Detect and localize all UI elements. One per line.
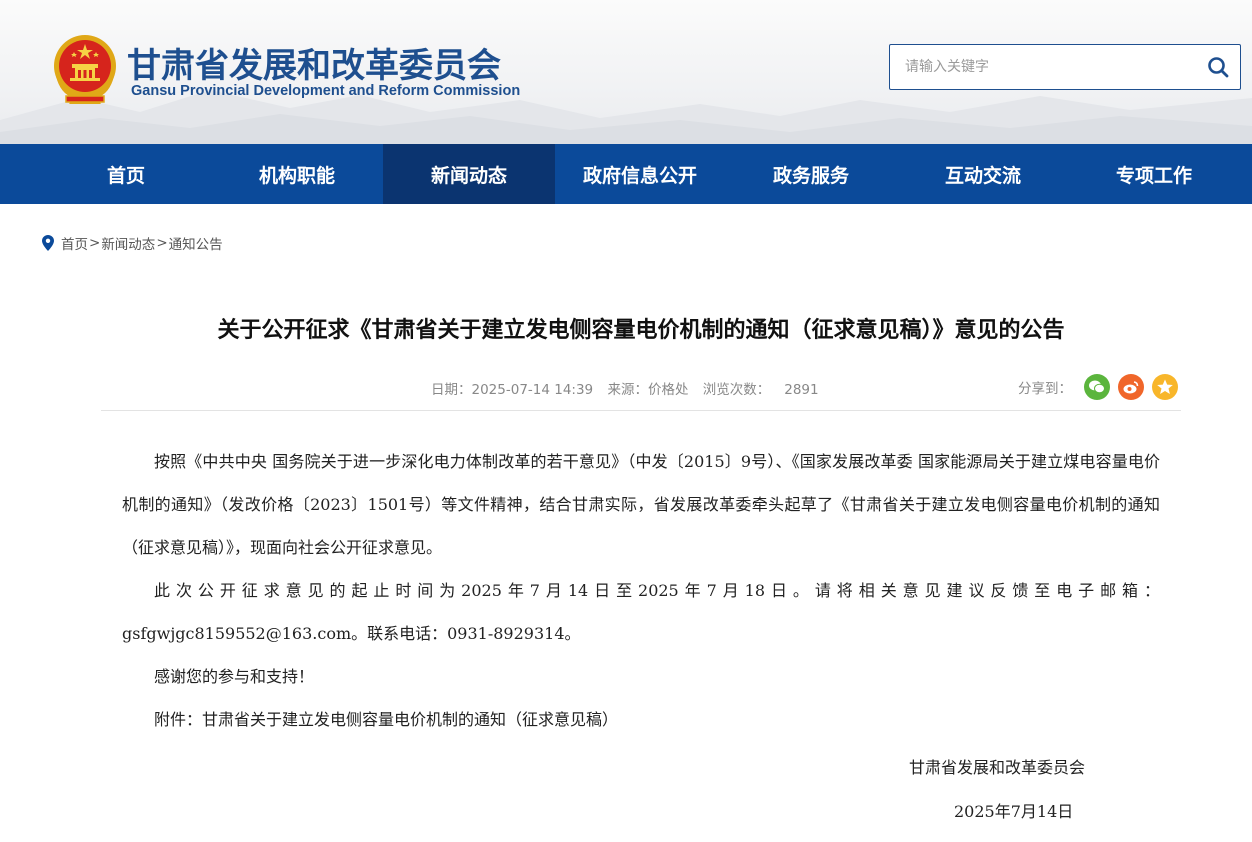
breadcrumb-separator: > bbox=[156, 235, 168, 251]
paragraph: 此次公开征求意见的起止时间为2025年7月14日至2025年7月18日。请将相关… bbox=[154, 581, 1160, 600]
article-title: 关于公开征求《甘肃省关于建立发电侧容量电价机制的通知（征求意见稿）》意见的公告 bbox=[217, 318, 1065, 343]
share-label: 分享到： bbox=[1018, 381, 1072, 397]
nav-item-home[interactable]: 首页 bbox=[40, 144, 212, 204]
search-icon bbox=[1208, 57, 1229, 78]
breadcrumb: 首页 > 新闻动态 > 通知公告 bbox=[42, 233, 223, 253]
location-pin-icon bbox=[42, 235, 54, 251]
site-title: 甘肃省发展和改革委员会 bbox=[127, 46, 501, 86]
main-nav: 首页 机构职能 新闻动态 政府信息公开 政务服务 互动交流 专项工作 bbox=[0, 144, 1252, 204]
article-body: 按照《中共中央 国务院关于进一步深化电力体制改革的若干意见》（中发〔2015〕9… bbox=[122, 440, 1160, 741]
site-subtitle: Gansu Provincial Development and Reform … bbox=[131, 83, 521, 99]
search-input[interactable] bbox=[890, 45, 1190, 89]
nav-item-special[interactable]: 专项工作 bbox=[1068, 144, 1240, 204]
nav-item-interaction[interactable]: 互动交流 bbox=[897, 144, 1069, 204]
nav-item-gov-info[interactable]: 政府信息公开 bbox=[554, 144, 726, 204]
views-label: 浏览次数： bbox=[702, 382, 771, 398]
share-bar: 分享到： bbox=[1018, 374, 1186, 400]
signature: 甘肃省发展和改革委员会 bbox=[909, 758, 1086, 777]
search-button[interactable] bbox=[1206, 55, 1230, 79]
views-count: 2891 bbox=[784, 382, 819, 398]
qzone-icon[interactable] bbox=[1152, 374, 1178, 400]
attachment-line: 附件：甘肃省关于建立发电侧容量电价机制的通知（征求意见稿） bbox=[154, 710, 619, 729]
article-divider bbox=[101, 410, 1181, 411]
wechat-icon[interactable] bbox=[1084, 374, 1110, 400]
breadcrumb-separator: > bbox=[89, 235, 101, 251]
contact-email-line: gsfgwjgc8159552@163.com。联系电话：0931-892931… bbox=[122, 624, 581, 643]
signature-date: 2025年7月14日 bbox=[954, 802, 1074, 821]
search-box bbox=[889, 44, 1241, 90]
breadcrumb-notices[interactable]: 通知公告 bbox=[169, 233, 223, 253]
paragraph: 按照《中共中央 国务院关于进一步深化电力体制改革的若干意见》（中发〔2015〕9… bbox=[122, 452, 1160, 557]
paragraph: 感谢您的参与和支持！ bbox=[154, 667, 315, 686]
nav-item-news[interactable]: 新闻动态 bbox=[383, 144, 555, 204]
article-date: 日期：2025-07-14 14:39 bbox=[431, 382, 594, 398]
article-source: 来源：价格处 bbox=[607, 382, 689, 398]
breadcrumb-news[interactable]: 新闻动态 bbox=[101, 233, 155, 253]
article-meta: 日期：2025-07-14 14:39 来源：价格处 浏览次数： 2891 bbox=[431, 378, 829, 398]
weibo-icon[interactable] bbox=[1118, 374, 1144, 400]
nav-item-services[interactable]: 政务服务 bbox=[725, 144, 897, 204]
national-emblem-logo bbox=[54, 35, 116, 104]
nav-item-institution[interactable]: 机构职能 bbox=[211, 144, 383, 204]
breadcrumb-home[interactable]: 首页 bbox=[61, 233, 88, 253]
site-header: 甘肃省发展和改革委员会 Gansu Provincial Development… bbox=[0, 0, 1252, 144]
